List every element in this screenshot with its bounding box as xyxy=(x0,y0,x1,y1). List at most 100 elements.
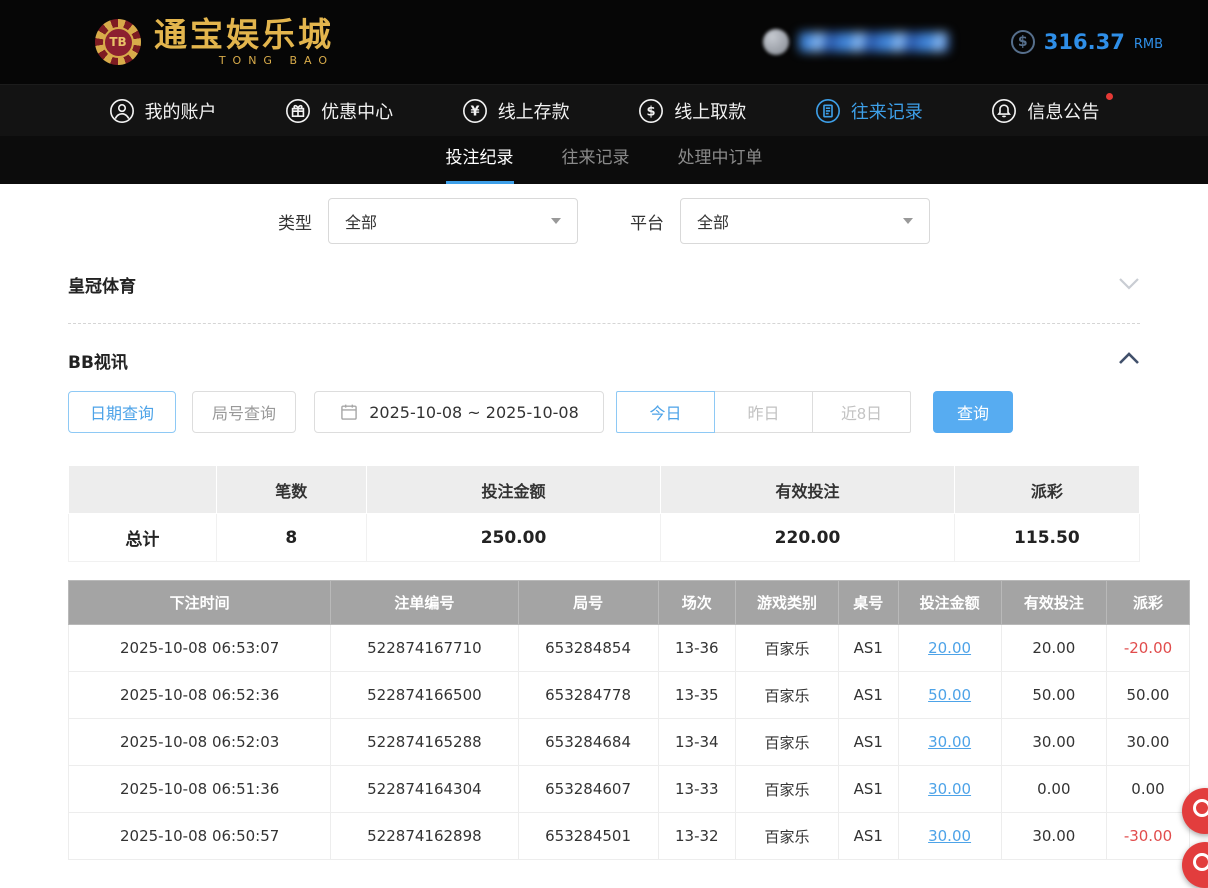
tab-pending-orders[interactable]: 处理中订单 xyxy=(678,136,763,184)
session-cell: 13-32 xyxy=(658,813,735,860)
platform-select[interactable]: 全部 xyxy=(680,198,930,244)
search-button[interactable]: 查询 xyxy=(933,391,1013,433)
order-number-cell: 522874165288 xyxy=(331,719,518,766)
order-number-cell: 522874164304 xyxy=(331,766,518,813)
summary-total-payout: 115.50 xyxy=(954,514,1139,562)
quick-range-segment: 今日 昨日 近8日 xyxy=(616,391,911,433)
nav-item-online-withdrawal[interactable]: $ 线上取款 xyxy=(638,98,746,124)
tab-transactions[interactable]: 往来记录 xyxy=(562,136,630,184)
summary-header-count: 笔数 xyxy=(216,466,366,514)
table-header-row: 下注时间 注单编号 局号 场次 游戏类别 桌号 投注金额 有效投注 派彩 xyxy=(69,581,1190,625)
table-number-cell: AS1 xyxy=(839,625,898,672)
table-row: 2025-10-08 06:51:36 522874164304 6532846… xyxy=(69,766,1190,813)
game-type-cell: 百家乐 xyxy=(735,719,838,766)
game-type-cell: 百家乐 xyxy=(735,813,838,860)
round-number-cell: 653284501 xyxy=(518,813,658,860)
main-content: 类型 全部 平台 全部 皇冠体育 BB视讯 xyxy=(0,184,1208,860)
summary-total-count: 8 xyxy=(216,514,366,562)
bet-time-cell: 2025-10-08 06:52:03 xyxy=(69,719,331,766)
round-query-button[interactable]: 局号查询 xyxy=(192,391,296,433)
type-select[interactable]: 全部 xyxy=(328,198,578,244)
round-number-cell: 653284778 xyxy=(518,672,658,719)
col-bet-amount: 投注金额 xyxy=(898,581,1001,625)
bet-amount-link[interactable]: 30.00 xyxy=(898,766,1001,813)
table-number-cell: AS1 xyxy=(839,766,898,813)
summary-total-valid-bet: 220.00 xyxy=(661,514,954,562)
date-range-value: 2025-10-08 ~ 2025-10-08 xyxy=(369,403,579,422)
balance[interactable]: $ 316.37 RMB xyxy=(1011,30,1163,54)
yesterday-button[interactable]: 昨日 xyxy=(714,391,813,433)
section-crown-sports[interactable]: 皇冠体育 xyxy=(68,272,1140,324)
date-range-picker[interactable]: 2025-10-08 ~ 2025-10-08 xyxy=(314,391,604,433)
logo-text: 通宝娱乐城 TONG BAO xyxy=(154,18,334,67)
nav-item-my-account[interactable]: 我的账户 xyxy=(109,98,217,124)
game-type-cell: 百家乐 xyxy=(735,672,838,719)
summary-total-label: 总计 xyxy=(69,514,217,562)
section-bb-video[interactable]: BB视讯 xyxy=(68,348,1140,373)
order-number-cell: 522874166500 xyxy=(331,672,518,719)
balance-amount: 316.37 xyxy=(1044,30,1125,54)
col-round-number: 局号 xyxy=(518,581,658,625)
user-area[interactable] xyxy=(763,29,949,55)
bet-time-cell: 2025-10-08 06:50:57 xyxy=(69,813,331,860)
nav-item-transaction-records[interactable]: 往来记录 xyxy=(815,98,923,124)
table-number-cell: AS1 xyxy=(839,719,898,766)
table-number-cell: AS1 xyxy=(839,813,898,860)
col-payout: 派彩 xyxy=(1107,581,1190,625)
bet-amount-link[interactable]: 30.00 xyxy=(898,719,1001,766)
nav-item-promotions[interactable]: 优惠中心 xyxy=(285,98,393,124)
summary-header-payout: 派彩 xyxy=(954,466,1139,514)
bet-amount-link[interactable]: 30.00 xyxy=(898,813,1001,860)
withdraw-coin-icon: $ xyxy=(638,98,664,124)
summary-header-bet-amount: 投注金额 xyxy=(366,466,661,514)
chevron-up-icon[interactable] xyxy=(1118,351,1140,370)
nav-item-online-deposit[interactable]: ¥ 线上存款 xyxy=(462,98,570,124)
top-header: TB 通宝娱乐城 TONG BAO $ 316.37 RMB xyxy=(0,0,1208,84)
user-icon xyxy=(109,98,135,124)
nav-item-announcements[interactable]: 信息公告 xyxy=(991,98,1099,124)
bet-amount-link[interactable]: 20.00 xyxy=(898,625,1001,672)
filter-row: 类型 全部 平台 全部 xyxy=(68,184,1140,244)
payout-cell: -30.00 xyxy=(1107,813,1190,860)
nav-label: 往来记录 xyxy=(851,98,923,124)
site-logo[interactable]: TB 通宝娱乐城 TONG BAO xyxy=(95,18,334,67)
today-button[interactable]: 今日 xyxy=(616,391,715,433)
summary-header-row: 笔数 投注金额 有效投注 派彩 xyxy=(69,466,1140,514)
bet-amount-link[interactable]: 50.00 xyxy=(898,672,1001,719)
poker-chip-icon: TB xyxy=(95,19,141,65)
nav-label: 我的账户 xyxy=(145,98,217,124)
platform-filter-label: 平台 xyxy=(630,209,664,234)
nav-label: 线上取款 xyxy=(674,98,746,124)
main-nav: 我的账户 优惠中心 ¥ 线上存款 $ 线上取款 往来记录 xyxy=(0,84,1208,136)
table-row: 2025-10-08 06:53:07 522874167710 6532848… xyxy=(69,625,1190,672)
type-filter-label: 类型 xyxy=(278,209,312,234)
chevron-down-icon[interactable] xyxy=(1118,275,1140,294)
round-number-cell: 653284854 xyxy=(518,625,658,672)
logo-title: 通宝娱乐城 xyxy=(154,18,334,51)
logo-subtitle: TONG BAO xyxy=(154,54,334,67)
tab-bet-records[interactable]: 投注纪录 xyxy=(446,136,514,184)
game-type-cell: 百家乐 xyxy=(735,766,838,813)
sub-tabs: 投注纪录 往来记录 处理中订单 xyxy=(0,136,1208,184)
last-8-days-button[interactable]: 近8日 xyxy=(812,391,911,433)
col-game-type: 游戏类别 xyxy=(735,581,838,625)
payout-cell: 0.00 xyxy=(1107,766,1190,813)
summary-total-bet-amount: 250.00 xyxy=(366,514,661,562)
service-icon xyxy=(1193,799,1208,817)
section-title: 皇冠体育 xyxy=(68,272,136,297)
logo-tb-monogram: TB xyxy=(103,27,134,58)
section-title: BB视讯 xyxy=(68,348,128,373)
date-query-button[interactable]: 日期查询 xyxy=(68,391,176,433)
platform-select-value: 全部 xyxy=(697,209,729,233)
svg-text:$: $ xyxy=(647,104,656,119)
session-cell: 13-36 xyxy=(658,625,735,672)
payout-cell: 50.00 xyxy=(1107,672,1190,719)
summary-header-empty xyxy=(69,466,217,514)
username-masked xyxy=(799,32,949,52)
bet-records-table: 下注时间 注单编号 局号 场次 游戏类别 桌号 投注金额 有效投注 派彩 202… xyxy=(68,580,1190,860)
nav-label: 信息公告 xyxy=(1027,98,1099,124)
nav-label: 优惠中心 xyxy=(321,98,393,124)
page: TB 通宝娱乐城 TONG BAO $ 316.37 RMB 我的账户 xyxy=(0,0,1208,860)
chevron-down-icon xyxy=(903,218,913,224)
summary-table: 笔数 投注金额 有效投注 派彩 总计 8 250.00 220.00 115.5… xyxy=(68,465,1140,562)
